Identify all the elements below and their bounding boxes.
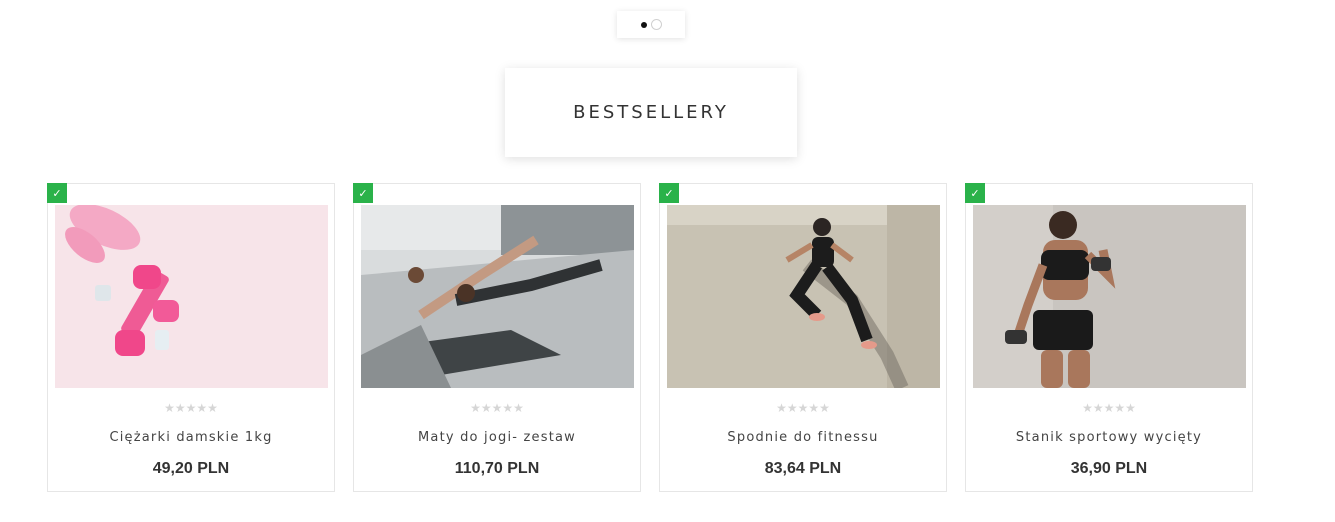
product-name[interactable]: Spodnie do fitnessu bbox=[660, 430, 946, 445]
product-card[interactable]: ✓ ★★★★★ Ciężarki damskie 1kg 49,20 PLN bbox=[47, 183, 335, 492]
carousel-dot-2[interactable] bbox=[650, 19, 662, 30]
rating-stars: ★★★★★ bbox=[1082, 401, 1136, 415]
product-image[interactable] bbox=[667, 205, 940, 388]
product-image[interactable] bbox=[55, 205, 328, 388]
section-title: BESTSELLERY bbox=[505, 68, 797, 157]
product-name[interactable]: Ciężarki damskie 1kg bbox=[48, 430, 334, 445]
product-price: 110,70 PLN bbox=[454, 460, 540, 477]
rating-stars: ★★★★★ bbox=[776, 401, 830, 415]
rating-stars: ★★★★★ bbox=[470, 401, 524, 415]
product-price: 83,64 PLN bbox=[764, 460, 842, 477]
check-icon: ✓ bbox=[353, 183, 373, 203]
carousel-pagination bbox=[617, 11, 685, 38]
check-icon: ✓ bbox=[47, 183, 67, 203]
check-icon: ✓ bbox=[659, 183, 679, 203]
product-card[interactable]: ✓ ★★★★★ Stanik sportowy wycięty 36,90 PL… bbox=[965, 183, 1253, 492]
product-name[interactable]: Maty do jogi- zestaw bbox=[354, 430, 640, 445]
product-price: 36,90 PLN bbox=[1070, 460, 1148, 477]
carousel-dot-1[interactable] bbox=[640, 21, 647, 28]
product-card[interactable]: ✓ ★★★★★ Maty do jogi- zestaw 110,70 PLN bbox=[353, 183, 641, 492]
product-name[interactable]: Stanik sportowy wycięty bbox=[966, 430, 1252, 445]
product-card[interactable]: ✓ ★★★★★ Spodnie do fitnessu 83,64 PLN bbox=[659, 183, 947, 492]
product-image[interactable] bbox=[973, 205, 1246, 388]
product-price: 49,20 PLN bbox=[152, 460, 230, 477]
check-icon: ✓ bbox=[965, 183, 985, 203]
product-image[interactable] bbox=[361, 205, 634, 388]
rating-stars: ★★★★★ bbox=[164, 401, 218, 415]
